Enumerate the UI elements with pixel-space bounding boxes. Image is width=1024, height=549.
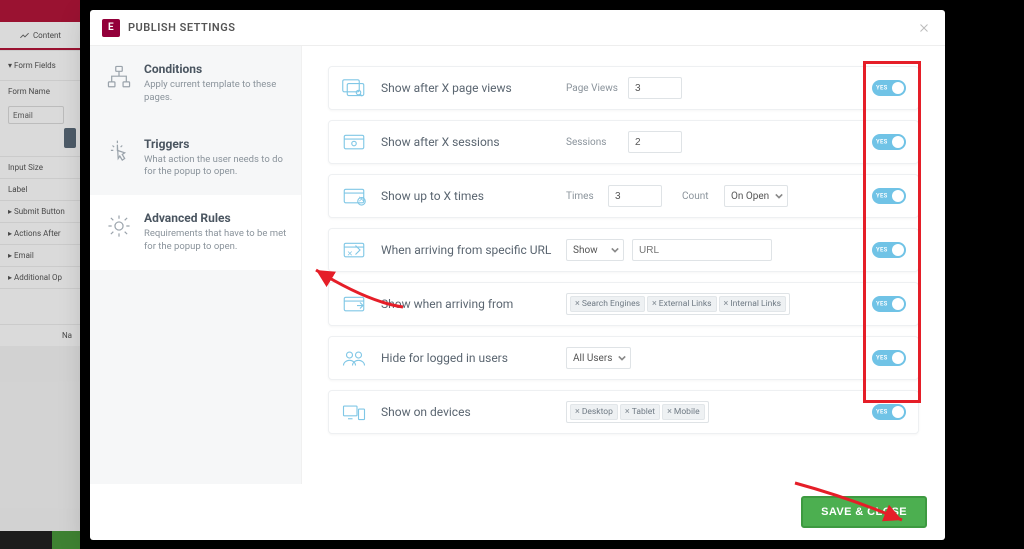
settings-main: Show after X page views Page Views YES S… <box>302 46 945 484</box>
rule-label-page-views: Show after X page views <box>381 81 566 95</box>
sidebar-item-triggers[interactable]: Triggers What action the user needs to d… <box>90 121 301 196</box>
rule-label-sessions: Show after X sessions <box>381 135 566 149</box>
sessions-input[interactable] <box>628 131 682 153</box>
gear-icon <box>104 211 134 241</box>
sidebar-desc-conditions: Apply current template to these pages. <box>144 79 287 105</box>
rule-page-views: Show after X page views Page Views YES <box>328 66 919 110</box>
devices-icon <box>341 402 367 422</box>
toggle-up-to[interactable]: YES <box>872 188 906 204</box>
publish-settings-modal: E PUBLISH SETTINGS Conditions Apply curr… <box>90 10 945 540</box>
rule-label-devices: Show on devices <box>381 405 566 419</box>
sidebar-title-triggers: Triggers <box>144 137 287 151</box>
elementor-logo: E <box>102 19 120 37</box>
toggle-page-views[interactable]: YES <box>872 80 906 96</box>
chevron-down-icon <box>611 246 619 254</box>
sessions-field-label: Sessions <box>566 137 620 148</box>
rule-arriving-from: Show when arriving from Search Engines E… <box>328 282 919 326</box>
modal-title: PUBLISH SETTINGS <box>128 21 235 34</box>
count-label: Count <box>682 191 716 202</box>
settings-sidebar: Conditions Apply current template to the… <box>90 46 302 484</box>
sidebar-title-advanced: Advanced Rules <box>144 211 287 225</box>
sidebar-title-conditions: Conditions <box>144 62 287 76</box>
tag-tablet[interactable]: Tablet <box>620 404 660 420</box>
times-label: Times <box>566 191 600 202</box>
page-views-icon <box>341 78 367 98</box>
page-views-field-label: Page Views <box>566 83 620 94</box>
click-icon <box>104 137 134 167</box>
sidebar-desc-advanced: Requirements that have to be met for the… <box>144 228 287 254</box>
from-url-select[interactable]: Show <box>566 239 624 261</box>
toggle-arriving[interactable]: YES <box>872 296 906 312</box>
toggle-devices[interactable]: YES <box>872 404 906 420</box>
toggle-from-url[interactable]: YES <box>872 242 906 258</box>
users-icon <box>341 348 367 368</box>
times-icon <box>341 186 367 206</box>
chevron-down-icon <box>618 354 626 362</box>
arriving-tags[interactable]: Search Engines External Links Internal L… <box>566 293 790 315</box>
arriving-icon <box>341 294 367 314</box>
modal-header: E PUBLISH SETTINGS <box>90 10 945 46</box>
tag-internal-links[interactable]: Internal Links <box>719 296 787 312</box>
rule-from-url: When arriving from specific URL Show YES <box>328 228 919 272</box>
sidebar-item-conditions[interactable]: Conditions Apply current template to the… <box>90 46 301 121</box>
modal-footer: SAVE & CLOSE <box>90 484 945 540</box>
toggle-hide-logged[interactable]: YES <box>872 350 906 366</box>
count-select[interactable]: On Open <box>724 185 788 207</box>
url-icon <box>341 240 367 260</box>
devices-tags[interactable]: Desktop Tablet Mobile <box>566 401 709 423</box>
tag-search-engines[interactable]: Search Engines <box>570 296 645 312</box>
rule-label-up-to: Show up to X times <box>381 189 566 203</box>
sitemap-icon <box>104 62 134 92</box>
close-icon <box>918 22 930 34</box>
chevron-down-icon <box>775 192 783 200</box>
sidebar-item-advanced-rules[interactable]: Advanced Rules Requirements that have to… <box>90 195 301 270</box>
hide-logged-select[interactable]: All Users <box>566 347 631 369</box>
rule-up-to: Show up to X times Times Count On Open Y… <box>328 174 919 218</box>
sidebar-desc-triggers: What action the user needs to do for the… <box>144 154 287 180</box>
save-and-close-button[interactable]: SAVE & CLOSE <box>801 496 927 528</box>
rule-devices: Show on devices Desktop Tablet Mobile YE… <box>328 390 919 434</box>
rule-label-arriving: Show when arriving from <box>381 297 566 311</box>
rule-hide-logged: Hide for logged in users All Users YES <box>328 336 919 380</box>
rule-label-from-url: When arriving from specific URL <box>381 243 566 257</box>
close-button[interactable] <box>915 19 933 37</box>
rule-label-hide-logged: Hide for logged in users <box>381 351 566 365</box>
page-views-input[interactable] <box>628 77 682 99</box>
toggle-sessions[interactable]: YES <box>872 134 906 150</box>
times-input[interactable] <box>608 185 662 207</box>
sessions-icon <box>341 132 367 152</box>
from-url-input[interactable] <box>632 239 772 261</box>
rule-sessions: Show after X sessions Sessions YES <box>328 120 919 164</box>
tag-desktop[interactable]: Desktop <box>570 404 618 420</box>
tag-mobile[interactable]: Mobile <box>662 404 705 420</box>
tag-external-links[interactable]: External Links <box>647 296 717 312</box>
